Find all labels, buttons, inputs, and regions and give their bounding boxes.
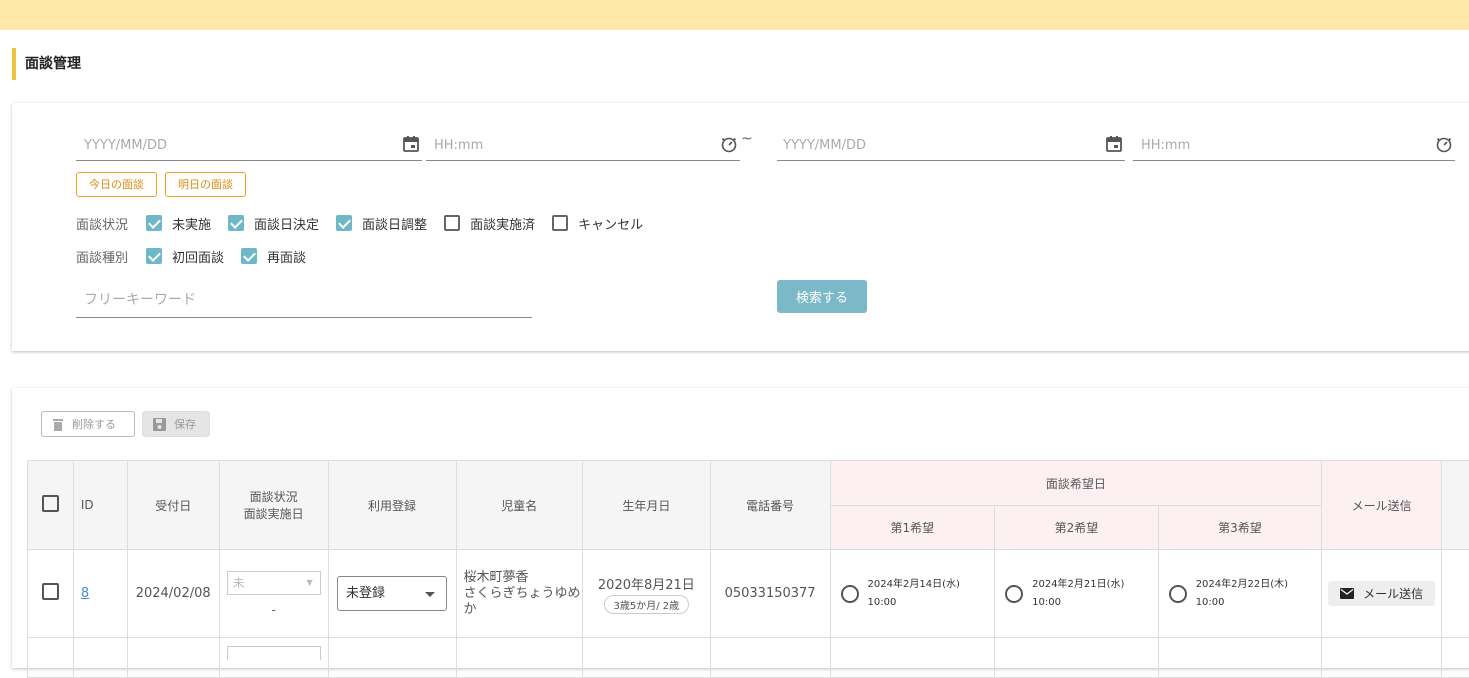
keyword-field[interactable] xyxy=(76,286,532,318)
checkbox[interactable] xyxy=(228,215,244,231)
header-pref1: 第1希望 xyxy=(830,506,995,550)
header-status[interactable]: 面談状況 面談実施日 xyxy=(219,461,328,550)
extra-cell xyxy=(1442,550,1469,638)
select-all-checkbox[interactable] xyxy=(42,495,59,512)
select-all-header[interactable] xyxy=(28,461,74,550)
status-select[interactable] xyxy=(227,646,321,660)
start-date-input[interactable] xyxy=(76,131,422,159)
child-name: 桜木町夢香 xyxy=(464,570,583,586)
delete-button[interactable]: 削除する xyxy=(41,411,135,437)
header-phone[interactable]: 電話番号 xyxy=(710,461,830,550)
end-date-field[interactable] xyxy=(777,131,1125,161)
checkbox[interactable] xyxy=(146,215,162,231)
registration-cell: 未登録 xyxy=(328,550,456,638)
type-filter-label: 面談種別 xyxy=(76,247,128,266)
status-cell: 未▼ - xyxy=(219,550,328,638)
range-separator: ~ xyxy=(741,131,753,147)
header-mail: メール送信 xyxy=(1322,461,1442,550)
status-option-date-adjusting[interactable]: 面談日調整 xyxy=(336,214,427,233)
status-option-date-decided[interactable]: 面談日決定 xyxy=(228,214,319,233)
caret-down-icon xyxy=(425,592,435,597)
pref2-cell: 2024年2月21日(水)10:00 xyxy=(995,550,1159,638)
save-button[interactable]: 保存 xyxy=(142,411,210,437)
end-date-input[interactable] xyxy=(777,131,1125,159)
header-id[interactable]: ID xyxy=(73,461,127,550)
checkbox[interactable] xyxy=(336,215,352,231)
pref1-cell: 2024年2月14日(水)10:00 xyxy=(830,550,995,638)
send-mail-button[interactable]: メール送信 xyxy=(1328,581,1435,606)
child-name-kana: さくらぎちょうゆめか xyxy=(464,586,583,618)
registration-select[interactable]: 未登録 xyxy=(337,576,447,611)
end-time-field[interactable] xyxy=(1133,131,1455,161)
page-title: 面談管理 xyxy=(12,48,81,80)
child-name-cell: 桜木町夢香 さくらぎちょうゆめか xyxy=(456,550,583,638)
id-link[interactable]: 8 xyxy=(81,586,89,601)
phone-number: 05033150377 xyxy=(710,550,830,638)
header-pref2: 第2希望 xyxy=(995,506,1159,550)
tomorrow-interviews-button[interactable]: 明日の面談 xyxy=(165,172,246,197)
search-button[interactable]: 検索する xyxy=(777,280,867,313)
received-date: 2024/02/08 xyxy=(127,550,219,638)
clock-icon[interactable] xyxy=(1435,135,1453,153)
header-registration[interactable]: 利用登録 xyxy=(328,461,456,550)
trash-icon xyxy=(52,418,64,431)
interviews-table: ID 受付日 面談状況 面談実施日 利用登録 児童名 生年月日 電話番号 面談希… xyxy=(27,460,1469,678)
birthdate: 2020年8月21日 xyxy=(583,574,710,593)
floppy-icon xyxy=(153,418,166,431)
status-select[interactable]: 未▼ xyxy=(227,571,321,595)
keyword-input[interactable] xyxy=(76,286,532,314)
table-row: 8 2024/02/08 未▼ - 未登録 桜木町夢香 さくらぎちょうゆめか 2… xyxy=(28,550,1469,638)
header-pref3: 第3希望 xyxy=(1158,506,1322,550)
start-time-field[interactable] xyxy=(426,131,740,161)
caret-down-icon: ▼ xyxy=(306,572,312,594)
end-time-input[interactable] xyxy=(1133,131,1455,159)
checkbox[interactable] xyxy=(444,215,460,231)
header-preferred-dates: 面談希望日 xyxy=(830,461,1322,506)
radio-button[interactable] xyxy=(1169,585,1187,603)
pref3-cell: 2024年2月22日(木)10:00 xyxy=(1158,550,1322,638)
checkbox[interactable] xyxy=(241,248,257,264)
envelope-icon xyxy=(1340,588,1354,599)
row-checkbox[interactable] xyxy=(42,583,59,600)
radio-button[interactable] xyxy=(1005,585,1023,603)
status-filter: 面談状況 未実施 面談日決定 面談日調整 面談実施済 キャンセル xyxy=(76,212,660,234)
header-extra xyxy=(1442,461,1469,550)
type-option-first[interactable]: 初回面談 xyxy=(146,247,224,266)
header-birthdate[interactable]: 生年月日 xyxy=(583,461,711,550)
radio-button[interactable] xyxy=(841,585,859,603)
pref1-option[interactable]: 2024年2月14日(水)10:00 xyxy=(831,576,995,612)
table-row xyxy=(28,638,1469,678)
pref3-option[interactable]: 2024年2月22日(木)10:00 xyxy=(1159,576,1322,612)
checkbox[interactable] xyxy=(146,248,162,264)
start-date-field[interactable] xyxy=(76,131,422,161)
top-banner xyxy=(0,0,1469,30)
checkbox[interactable] xyxy=(552,215,568,231)
status-option-done[interactable]: 面談実施済 xyxy=(444,214,535,233)
clock-icon[interactable] xyxy=(720,135,738,153)
today-interviews-button[interactable]: 今日の面談 xyxy=(76,172,157,197)
mail-cell: メール送信 xyxy=(1322,550,1442,638)
id-cell: 8 xyxy=(73,550,127,638)
start-time-input[interactable] xyxy=(426,131,740,159)
calendar-icon[interactable] xyxy=(402,135,420,153)
age-badge: 3歳5か月/ 2歳 xyxy=(604,595,690,614)
header-child-name[interactable]: 児童名 xyxy=(456,461,583,550)
header-received[interactable]: 受付日 xyxy=(127,461,219,550)
results-panel: 削除する 保存 ID 受付日 面談状況 面談実施日 利用登録 児童名 生年月日 xyxy=(12,388,1469,668)
status-date: - xyxy=(220,603,328,617)
search-panel: ~ 今日の面談 明日の面談 面談状況 未実施 面談日決定 面談日調整 面談実施済… xyxy=(12,103,1469,351)
type-option-repeat[interactable]: 再面談 xyxy=(241,247,306,266)
birthdate-cell: 2020年8月21日 3歳5か月/ 2歳 xyxy=(583,550,711,638)
pref2-option[interactable]: 2024年2月21日(水)10:00 xyxy=(995,576,1158,612)
row-select-cell[interactable] xyxy=(28,550,74,638)
status-option-not-done[interactable]: 未実施 xyxy=(146,214,211,233)
status-option-cancel[interactable]: キャンセル xyxy=(552,214,643,233)
status-filter-label: 面談状況 xyxy=(76,214,128,233)
type-filter: 面談種別 初回面談 再面談 xyxy=(76,245,323,267)
calendar-icon[interactable] xyxy=(1105,135,1123,153)
